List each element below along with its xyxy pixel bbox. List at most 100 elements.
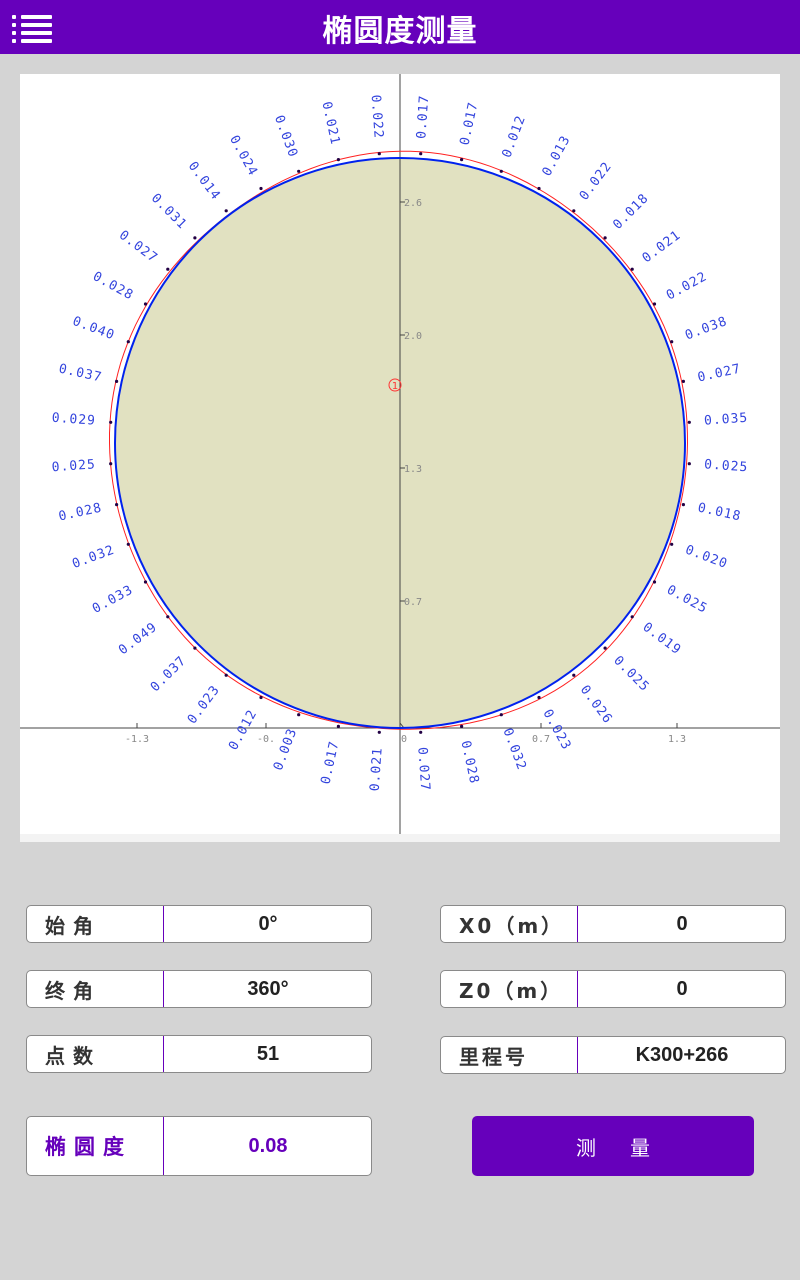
- deviation-label: 0.026: [577, 683, 615, 727]
- end-angle-field: 终角 360°: [26, 970, 372, 1008]
- deviation-label: 0.017: [414, 94, 432, 139]
- deviation-label: 0.028: [457, 739, 481, 785]
- end-angle-value[interactable]: 360°: [165, 971, 371, 1007]
- measurement-point: [193, 646, 197, 650]
- measurement-point: [603, 236, 607, 240]
- measurement-point: [652, 302, 657, 306]
- measurement-point: [630, 615, 634, 619]
- measurement-point: [537, 695, 541, 700]
- y-tick-label: 0.7: [404, 597, 422, 608]
- deviation-label: 0.027: [696, 361, 742, 385]
- point-count-value[interactable]: 51: [165, 1036, 371, 1072]
- measurement-point: [166, 267, 170, 271]
- deviation-label: 0.021: [318, 100, 342, 146]
- mileage-value[interactable]: K300+266: [579, 1037, 785, 1073]
- deviation-label: 0.033: [90, 583, 136, 617]
- end-angle-label: 终角: [27, 971, 164, 1007]
- measurement-point: [460, 158, 464, 162]
- measurement-point: [259, 186, 263, 191]
- deviation-label: 0.032: [500, 726, 530, 773]
- deviation-label: 0.032: [70, 543, 117, 573]
- y-tick-label: 2.6: [404, 198, 422, 209]
- start-angle-label: 始角: [27, 906, 164, 942]
- x0-value[interactable]: 0: [579, 906, 785, 942]
- deviation-label: 0.025: [664, 583, 710, 617]
- measurement-point: [670, 542, 674, 546]
- measurement-point: [687, 420, 691, 424]
- measurement-point: [419, 152, 423, 156]
- deviation-label: 0.013: [540, 133, 574, 179]
- z0-field: Z0（m） 0: [440, 970, 786, 1008]
- measurement-point: [572, 209, 576, 213]
- measurement-point: [377, 152, 381, 156]
- measurement-point: [143, 302, 148, 306]
- deviation-label: 0.035: [704, 411, 749, 429]
- deviation-label: 0.028: [57, 500, 103, 524]
- deviation-label: 0.027: [414, 747, 432, 792]
- measurement-point: [143, 580, 148, 584]
- measurement-point: [572, 673, 576, 677]
- center-marker-label: 1: [392, 381, 398, 392]
- start-angle-value[interactable]: 0°: [165, 906, 371, 942]
- app-header: 椭圆度测量: [0, 0, 800, 54]
- point-count-field: 点数 51: [26, 1035, 372, 1073]
- ovality-value: 0.08: [248, 1134, 288, 1157]
- z0-label: Z0（m）: [441, 971, 578, 1007]
- mileage-label: 里程号: [441, 1037, 578, 1073]
- deviation-label: 0.037: [57, 361, 103, 385]
- ovality-chart: -1.3 -0. 0 0.7 1.3 0.7 1.3 2.0 2.6 0.017 0.017 0.01…: [20, 74, 780, 834]
- x0-field: X0（m） 0: [440, 905, 786, 943]
- y-tick-label: 2.0: [404, 331, 422, 342]
- measurement-point: [193, 236, 197, 240]
- measurement-point: [630, 267, 634, 271]
- measurement-point: [537, 186, 541, 191]
- measurement-point: [499, 713, 503, 717]
- deviation-label: 0.018: [696, 500, 742, 524]
- deviation-label: 0.023: [185, 683, 223, 727]
- deviation-label: 0.024: [226, 133, 260, 179]
- measurement-point: [166, 615, 170, 619]
- deviation-label: 0.037: [148, 653, 190, 695]
- deviation-label: 0.028: [90, 269, 136, 303]
- page-title: 椭圆度测量: [322, 14, 478, 49]
- x-tick-label: -0.: [257, 734, 275, 745]
- x-tick-label: 1.3: [668, 734, 686, 745]
- deviation-label: 0.038: [683, 314, 730, 344]
- ovality-field: 椭圆度 0.08: [26, 1116, 372, 1176]
- deviation-label: 0.040: [70, 314, 117, 344]
- ovality-plot: -1.3 -0. 0 0.7 1.3 0.7 1.3 2.0 2.6 0.017 0.017 0.01…: [20, 74, 780, 842]
- measurement-point: [126, 542, 130, 546]
- measurement-point: [419, 730, 423, 734]
- deviation-label: 0.019: [640, 620, 684, 658]
- measurement-point: [336, 158, 340, 162]
- measurement-point: [681, 503, 686, 507]
- measurement-point: [297, 169, 301, 173]
- measurement-point: [109, 420, 113, 424]
- mileage-field: 里程号 K300+266: [440, 1036, 786, 1074]
- deviation-label: 0.023: [540, 707, 574, 753]
- measurement-point: [603, 646, 607, 650]
- x0-label: X0（m）: [441, 906, 578, 942]
- measurement-point: [377, 730, 381, 734]
- deviation-label: 0.025: [610, 653, 652, 695]
- deviation-label: 0.020: [683, 543, 730, 573]
- x-tick-label: 0: [401, 734, 407, 745]
- measurement-point: [681, 379, 686, 383]
- deviation-label: 0.021: [368, 747, 386, 792]
- x-tick-label: -1.3: [125, 734, 149, 745]
- deviation-label: 0.021: [640, 228, 684, 266]
- measurement-point: [224, 209, 228, 213]
- measurement-point: [109, 462, 113, 466]
- measurement-point: [336, 724, 340, 729]
- deviation-label: 0.029: [51, 411, 96, 429]
- measure-button[interactable]: 测量: [472, 1116, 754, 1176]
- deviation-label: 0.030: [271, 113, 301, 160]
- z0-value[interactable]: 0: [579, 971, 785, 1007]
- deviation-label: 0.022: [368, 94, 386, 139]
- measurement-point: [115, 503, 119, 507]
- measurement-point: [670, 340, 674, 344]
- deviation-label: 0.025: [704, 457, 749, 475]
- measurement-point: [126, 340, 130, 344]
- deviation-label: 0.022: [664, 269, 710, 303]
- measurement-point: [297, 713, 301, 717]
